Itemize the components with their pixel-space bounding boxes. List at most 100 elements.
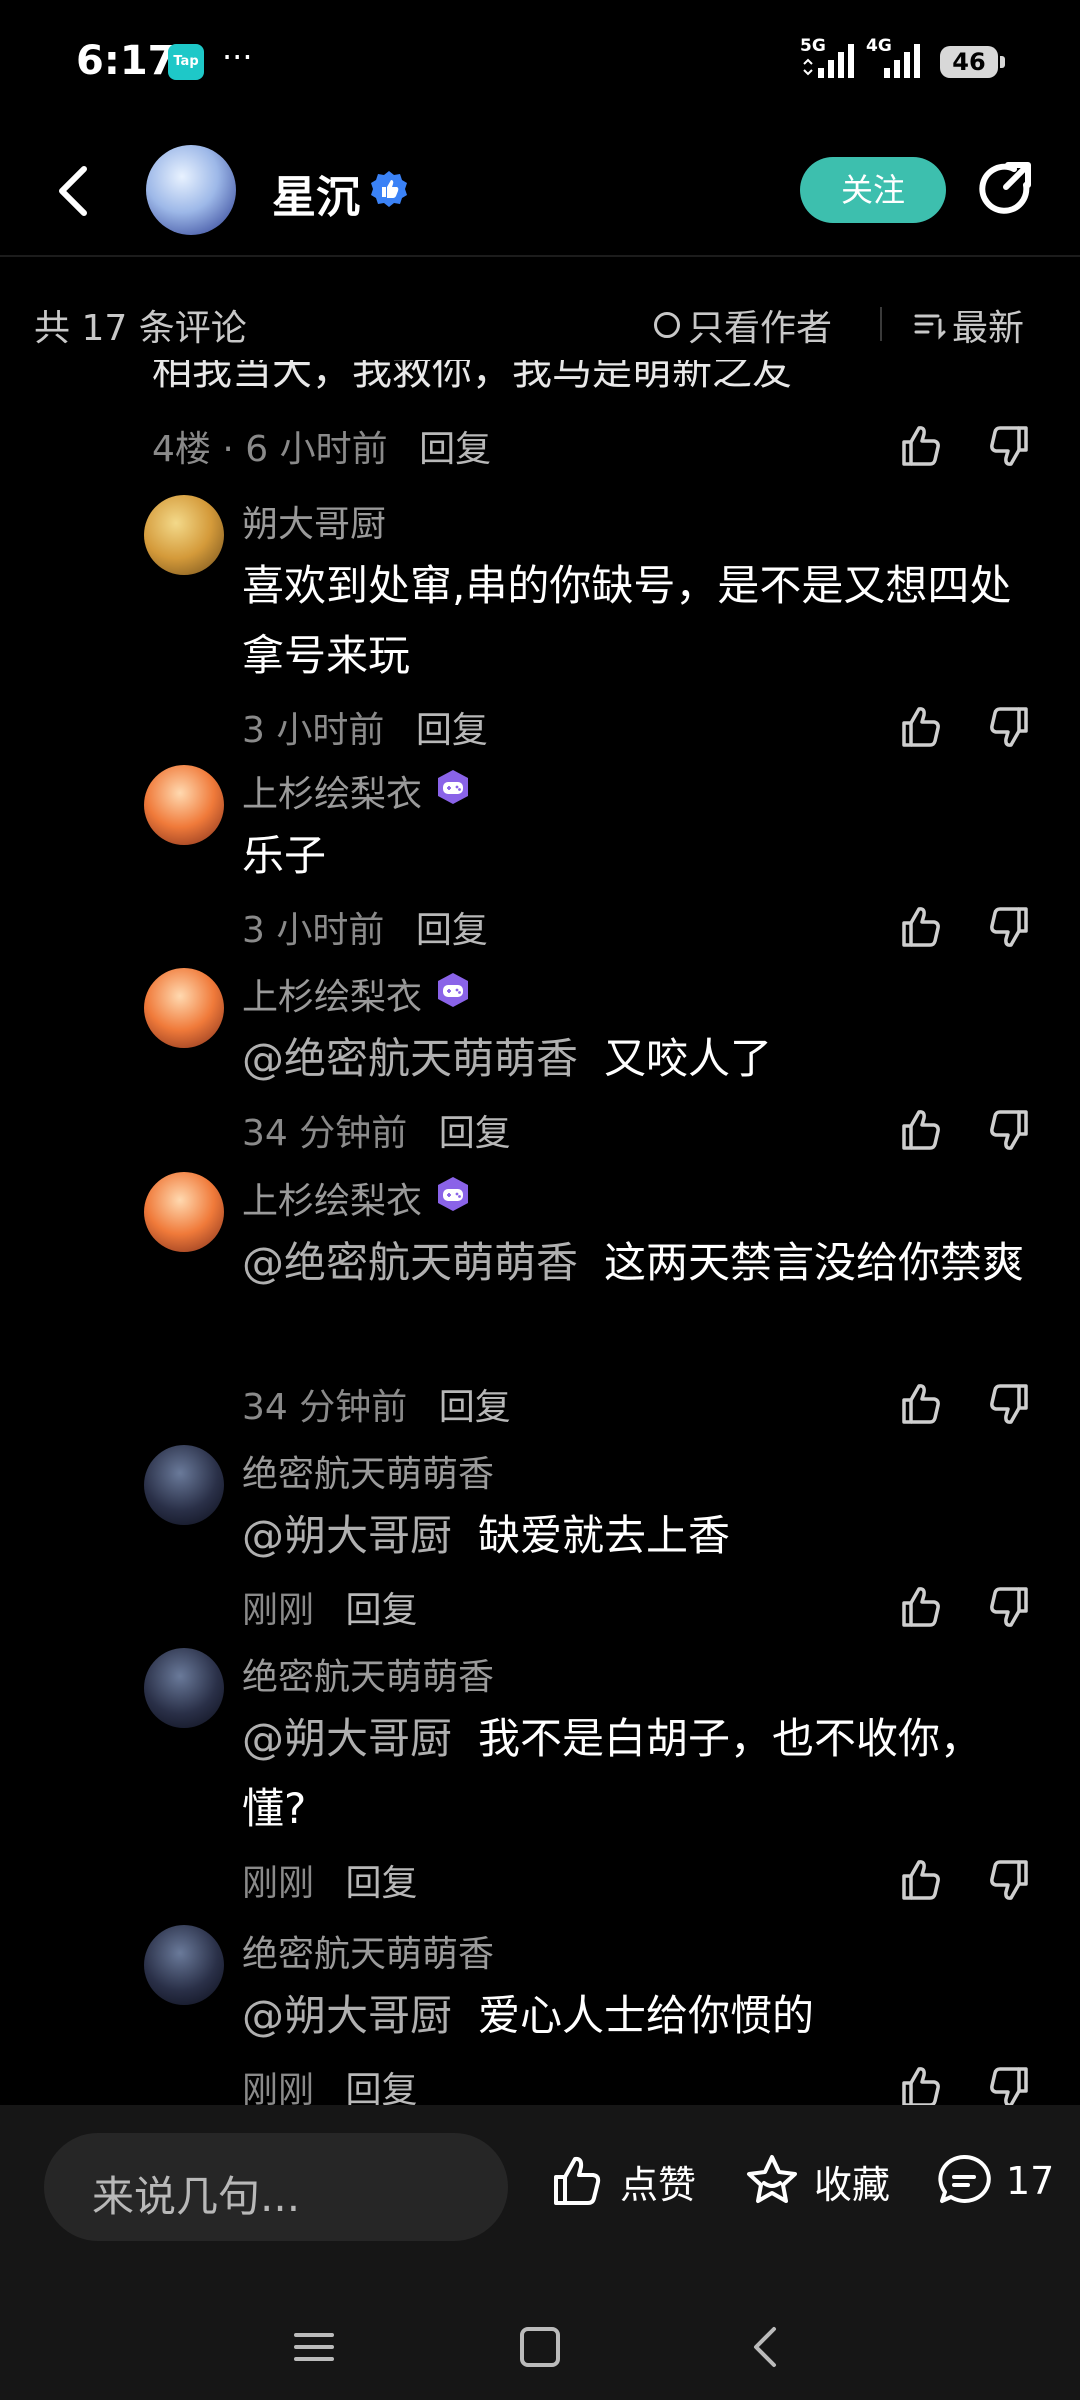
comment-time: 刚刚 <box>242 2070 315 2105</box>
comments-button[interactable]: 17 <box>934 2151 1054 2211</box>
thumbs-down-icon <box>990 1860 1028 1900</box>
mention-link[interactable]: @朔大哥厨 <box>242 1991 452 2040</box>
comment-text: 乐子 <box>242 831 327 880</box>
commenter-avatar[interactable] <box>144 968 224 1048</box>
comment-text: 喜欢到处窜,串的你缺号，是不是又想四处拿号来玩 <box>242 561 1012 680</box>
comment-list[interactable]: 相我当大，我救你，我马是萌新之友 4楼 · 6 小时前 回复 朔大哥厨 喜欢到处… <box>0 360 1080 2105</box>
like-button[interactable] <box>898 422 946 470</box>
dislike-button[interactable] <box>984 1106 1032 1154</box>
commenter-name[interactable]: 朔大哥厨 <box>242 495 386 547</box>
dislike-button[interactable] <box>984 2063 1032 2105</box>
reply-button[interactable]: 回复 <box>345 2070 417 2105</box>
reply-button[interactable]: 回复 <box>439 1387 511 1428</box>
comment-meta: 刚刚 回复 <box>242 1581 417 1633</box>
thumbs-down-icon <box>990 1110 1028 1150</box>
dislike-button[interactable] <box>984 1856 1032 1904</box>
commenter-avatar[interactable] <box>144 1925 224 2005</box>
reply-button[interactable]: 回复 <box>439 1113 511 1154</box>
comment-text: @绝密航天萌萌香 这两天禁言没给你禁爽 <box>242 1238 1025 1287</box>
dislike-button[interactable] <box>984 903 1032 951</box>
commenter-name[interactable]: 上杉绘梨衣 <box>242 968 472 1020</box>
post-header: 星沉 关注 <box>0 125 1080 257</box>
follow-button[interactable]: 关注 <box>800 157 946 223</box>
thumbs-up-icon <box>902 426 940 466</box>
mention-link[interactable]: @朔大哥厨 <box>242 1511 452 1560</box>
dislike-button[interactable] <box>984 1380 1032 1428</box>
reply-button[interactable]: 回复 <box>416 710 488 751</box>
like-post-label: 点赞 <box>620 2162 697 2207</box>
back-nav-button[interactable] <box>736 2317 796 2377</box>
game-badge-icon <box>434 768 472 815</box>
thumbs-up-icon <box>554 2156 601 2205</box>
mention-link[interactable]: @绝密航天萌萌香 <box>242 1238 578 1287</box>
comment-input[interactable]: 来说几句... <box>44 2133 508 2241</box>
like-button[interactable] <box>898 1583 946 1631</box>
menu-nav-button[interactable] <box>284 2317 344 2377</box>
sort-list-icon <box>914 314 946 340</box>
comment-text: @绝密航天萌萌香 又咬人了 <box>242 1034 773 1083</box>
comment-meta: 4楼 · 6 小时前 回复 <box>152 429 492 470</box>
system-nav-bar <box>0 2295 1080 2400</box>
commenter-name[interactable]: 绝密航天萌萌香 <box>242 1648 494 1700</box>
thumbs-up-icon <box>902 1384 940 1424</box>
dislike-button[interactable] <box>984 703 1032 751</box>
like-button[interactable] <box>898 703 946 751</box>
like-button[interactable] <box>898 1380 946 1428</box>
mention-link[interactable]: @绝密航天萌萌香 <box>242 1034 578 1083</box>
collect-button[interactable]: 收藏 <box>742 2151 890 2211</box>
status-bar: 6:17 Tap ··· 5G 4G 46 <box>0 0 1080 125</box>
comment-text: @朔大哥厨 爱心人士给你惯的 <box>242 1991 815 2040</box>
collect-label: 收藏 <box>814 2162 891 2207</box>
back-arrow-icon <box>754 2327 776 2367</box>
bottom-action-bar: 来说几句... 点赞 收藏 17 <box>0 2105 1080 2295</box>
thumbs-down-icon <box>990 1384 1028 1424</box>
signal-4g-icon: 4G <box>866 36 926 80</box>
dislike-button[interactable] <box>984 1583 1032 1631</box>
verified-badge-icon <box>370 169 408 207</box>
commenter-name[interactable]: 上杉绘梨衣 <box>242 1172 472 1224</box>
sort-newest-button[interactable]: 最新 <box>912 299 1024 351</box>
thumbs-up-icon <box>902 707 940 747</box>
like-button[interactable] <box>898 903 946 951</box>
like-button[interactable] <box>898 1856 946 1904</box>
reply-button[interactable]: 回复 <box>345 1863 417 1904</box>
comment-time: 刚刚 <box>242 1863 315 1904</box>
comment-meta: 34 分钟前 回复 <box>242 1378 511 1430</box>
mention-link[interactable]: @朔大哥厨 <box>242 1714 452 1763</box>
back-button[interactable] <box>44 155 104 225</box>
share-icon <box>979 162 1031 214</box>
author-avatar[interactable] <box>146 145 236 235</box>
like-post-button[interactable]: 点赞 <box>548 2151 696 2211</box>
commenter-name[interactable]: 上杉绘梨衣 <box>242 765 472 817</box>
commenter-name[interactable]: 绝密航天萌萌香 <box>242 1925 494 1977</box>
divider <box>880 307 882 341</box>
like-button[interactable] <box>898 1106 946 1154</box>
reply-button[interactable]: 回复 <box>419 429 491 470</box>
reply-button[interactable]: 回复 <box>416 910 488 951</box>
commenter-name[interactable]: 绝密航天萌萌香 <box>242 1445 494 1497</box>
comment-meta: 刚刚 回复 <box>242 1854 417 1906</box>
signal-5g-icon: 5G <box>800 36 860 80</box>
home-square-icon <box>520 2327 560 2367</box>
reply-button[interactable]: 回复 <box>345 1590 417 1631</box>
commenter-avatar[interactable] <box>144 1445 224 1525</box>
comment-meta: 3 小时前 回复 <box>242 701 488 753</box>
commenter-avatar[interactable] <box>144 495 224 575</box>
comment-bubble-icon <box>938 2154 991 2203</box>
like-button[interactable] <box>898 2063 946 2105</box>
home-nav-button[interactable] <box>510 2317 570 2377</box>
status-time: 6:17 <box>76 38 176 84</box>
share-button[interactable] <box>976 159 1038 221</box>
commenter-avatar[interactable] <box>144 1172 224 1252</box>
dislike-button[interactable] <box>984 422 1032 470</box>
commenter-avatar[interactable] <box>144 1648 224 1728</box>
author-only-toggle[interactable]: 只看作者 <box>654 299 832 351</box>
author-name[interactable]: 星沉 <box>272 161 360 225</box>
comment-text: @朔大哥厨 缺爱就去上香 <box>242 1511 731 1560</box>
game-badge-icon <box>434 971 472 1018</box>
chevron-left-icon <box>59 166 87 216</box>
game-badge-icon <box>434 1175 472 1222</box>
comment-count-label: 17 <box>1006 2159 1055 2203</box>
more-notifications-icon: ··· <box>222 38 253 76</box>
commenter-avatar[interactable] <box>144 765 224 845</box>
